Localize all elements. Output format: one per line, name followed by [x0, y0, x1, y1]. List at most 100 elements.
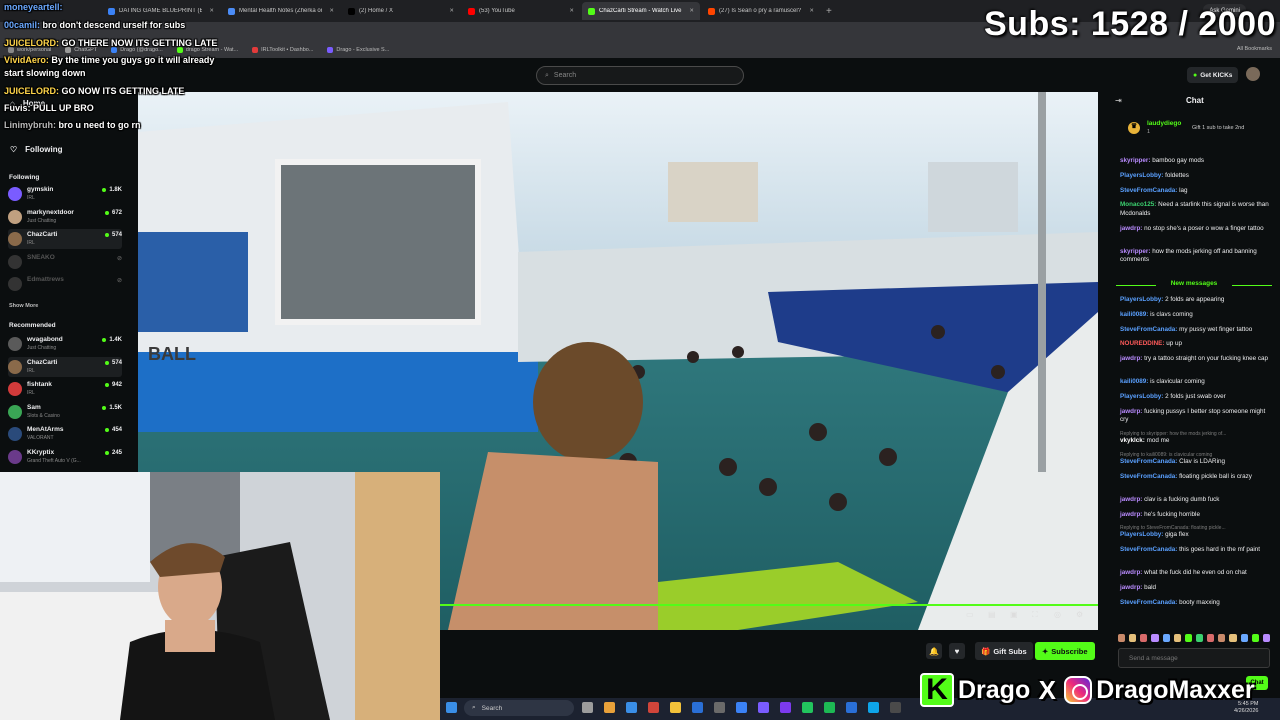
sidebar-channel-item[interactable]: gymskin IRL 1.8K: [8, 184, 122, 204]
chat-message-input[interactable]: Send a message: [1118, 648, 1270, 668]
taskbar-app-icon[interactable]: [846, 702, 857, 713]
emote-icon[interactable]: [1262, 634, 1270, 642]
chat-username[interactable]: jawdrp:: [1120, 225, 1142, 232]
browser-tab[interactable]: DATING GAME BLUEPRINT (Be ✕: [102, 2, 220, 20]
browser-tab[interactable]: (27) Is Sean o pry a ramuscel? | ✕: [702, 2, 820, 20]
taskbar-app-icon[interactable]: [626, 702, 637, 713]
sidebar-channel-item[interactable]: Edmattrews ⊘: [8, 274, 122, 294]
fullscreen-icon[interactable]: ⛶: [1032, 610, 1042, 620]
chat-username[interactable]: skyripper:: [1120, 248, 1150, 255]
emote-icon[interactable]: [1184, 634, 1192, 642]
sidebar-channel-item[interactable]: wvagabond Just Chatting 1.4K: [8, 334, 122, 354]
chat-username[interactable]: PlayersLobby:: [1120, 296, 1163, 303]
sidebar-channel-item[interactable]: fishtank IRL 942: [8, 379, 122, 399]
sidebar-channel-item[interactable]: Sam Slots & Casino 1.5K: [8, 402, 122, 422]
nav-following[interactable]: ♡ Following: [10, 145, 63, 154]
taskbar-app-icon[interactable]: [604, 702, 615, 713]
follow-heart-button[interactable]: ♥: [949, 643, 965, 659]
emote-icon[interactable]: [1140, 634, 1148, 642]
tab-close-icon[interactable]: ✕: [449, 8, 454, 14]
search-input[interactable]: ⌕ Search: [536, 66, 744, 85]
gift-subs-button[interactable]: 🎁 Gift Subs: [975, 642, 1033, 660]
sidebar-channel-item[interactable]: ChazCarti IRL 574: [8, 229, 122, 249]
chat-username[interactable]: vkyklck:: [1120, 437, 1145, 444]
emote-icon[interactable]: [1218, 634, 1226, 642]
emote-icon[interactable]: [1251, 634, 1259, 642]
quality-icon[interactable]: ◎: [1054, 610, 1064, 620]
tab-close-icon[interactable]: ✕: [329, 8, 334, 14]
taskbar-app-icon[interactable]: [692, 702, 703, 713]
chat-username[interactable]: skyripper:: [1120, 157, 1150, 164]
collapse-chat-icon[interactable]: ⇥: [1115, 96, 1122, 105]
taskbar-app-icon[interactable]: [890, 702, 901, 713]
chat-username[interactable]: jawdrp:: [1120, 355, 1142, 362]
emote-icon[interactable]: [1162, 634, 1170, 642]
notification-bell-icon[interactable]: 🔔: [926, 643, 942, 659]
emote-icon[interactable]: [1229, 634, 1237, 642]
video-progress-bar[interactable]: [440, 604, 1098, 606]
chat-username[interactable]: PlayersLobby:: [1120, 531, 1163, 538]
chat-username[interactable]: jawdrp:: [1120, 408, 1142, 415]
get-kicks-button[interactable]: ● Get KICKs: [1187, 67, 1239, 83]
new-tab-button[interactable]: +: [826, 6, 832, 17]
browser-tab[interactable]: ChazCarti Stream - Watch Live ✕: [582, 2, 700, 20]
chat-username[interactable]: SteveFromCanada:: [1120, 458, 1177, 465]
taskbar-app-icon[interactable]: [736, 702, 747, 713]
bookmark-item[interactable]: Drago - Exclusive S...: [327, 47, 389, 53]
taskbar-search[interactable]: ⌕ Search: [464, 700, 574, 716]
chat-username[interactable]: SteveFromCanada:: [1120, 599, 1177, 606]
browser-tab[interactable]: (2) Home / X ✕: [342, 2, 460, 20]
subscribe-button[interactable]: ✦ Subscribe: [1035, 642, 1095, 660]
emote-icon[interactable]: [1173, 634, 1181, 642]
emote-icon[interactable]: [1129, 634, 1137, 642]
taskbar-app-icon[interactable]: [758, 702, 769, 713]
browser-tab[interactable]: (53) YouTube ✕: [462, 2, 580, 20]
taskbar-app-icon[interactable]: [582, 702, 593, 713]
sidebar-channel-item[interactable]: markynextdoor Just Chatting 672: [8, 207, 122, 227]
pip-icon[interactable]: ▣: [1010, 610, 1020, 620]
emote-icon[interactable]: [1240, 634, 1248, 642]
chat-username[interactable]: SteveFromCanada:: [1120, 546, 1177, 553]
taskbar-app-icon[interactable]: [868, 702, 879, 713]
taskbar-app-icon[interactable]: [670, 702, 681, 713]
emote-icon[interactable]: [1207, 634, 1215, 642]
sidebar-channel-item[interactable]: SNEAKO ⊘: [8, 252, 122, 272]
tab-close-icon[interactable]: ✕: [689, 8, 694, 14]
chat-username[interactable]: Monaco125:: [1120, 201, 1156, 208]
bookmark-item[interactable]: IRLToolkit • Dashbo...: [252, 47, 313, 53]
tab-close-icon[interactable]: ✕: [809, 8, 814, 14]
emote-icon[interactable]: [1118, 634, 1126, 642]
new-messages-divider[interactable]: New messages: [1116, 280, 1272, 290]
emote-bar[interactable]: [1118, 632, 1270, 644]
browser-tab[interactable]: Mental Health Notes (Zherka or ✕: [222, 2, 340, 20]
chat-username[interactable]: kaili0089:: [1120, 311, 1148, 318]
chat-username[interactable]: jawdrp:: [1120, 584, 1142, 591]
taskbar-app-icon[interactable]: [824, 702, 835, 713]
taskbar-app-icon[interactable]: [780, 702, 791, 713]
sidebar-channel-item[interactable]: MenAtArms VALORANT 454: [8, 424, 122, 444]
chat-username[interactable]: PlayersLobby:: [1120, 393, 1163, 400]
chat-username[interactable]: jawdrp:: [1120, 511, 1142, 518]
sidebar-channel-item[interactable]: ChazCarti IRL 574: [8, 356, 122, 377]
user-avatar[interactable]: [1246, 67, 1260, 81]
chat-username[interactable]: NOUREDDINE:: [1120, 340, 1164, 347]
chat-username[interactable]: SteveFromCanada:: [1120, 326, 1177, 333]
pinned-user[interactable]: laudydiego: [1147, 120, 1181, 127]
windows-start-icon[interactable]: [446, 702, 457, 713]
chat-username[interactable]: jawdrp:: [1120, 496, 1142, 503]
chat-username[interactable]: SteveFromCanada:: [1120, 473, 1177, 480]
tab-close-icon[interactable]: ✕: [569, 8, 574, 14]
taskbar-app-icon[interactable]: [714, 702, 725, 713]
taskbar-app-icon[interactable]: [802, 702, 813, 713]
captions-icon[interactable]: ▭: [966, 610, 976, 620]
chat-username[interactable]: PlayersLobby:: [1120, 172, 1163, 179]
all-bookmarks[interactable]: All Bookmarks: [1237, 46, 1272, 52]
tab-close-icon[interactable]: ✕: [209, 8, 214, 14]
theater-mode-icon[interactable]: ▤: [988, 610, 998, 620]
taskbar-app-icon[interactable]: [648, 702, 659, 713]
sidebar-channel-item[interactable]: KKryptix Grand Theft Auto V (G... 245: [8, 447, 122, 467]
chat-username[interactable]: SteveFromCanada:: [1120, 187, 1177, 194]
settings-gear-icon[interactable]: ⚙: [1076, 610, 1086, 620]
emote-icon[interactable]: [1151, 634, 1159, 642]
chat-username[interactable]: kaili0089:: [1120, 378, 1148, 385]
